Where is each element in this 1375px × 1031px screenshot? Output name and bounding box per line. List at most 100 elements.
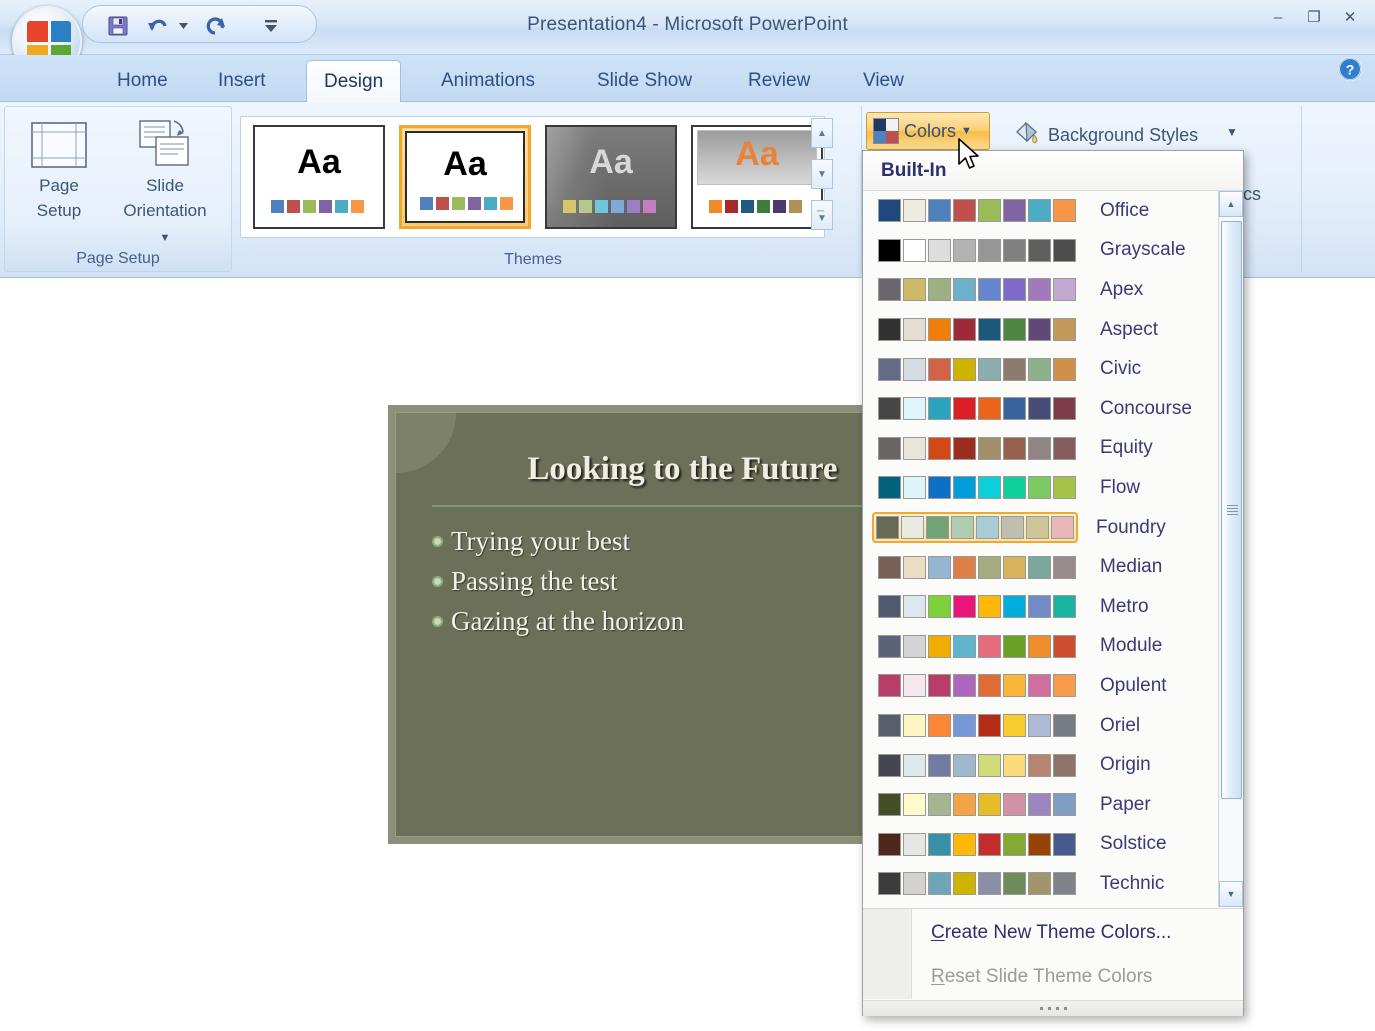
theme-colors-icon bbox=[873, 118, 899, 144]
color-swatch bbox=[953, 199, 976, 223]
themes-more-button[interactable]: ─ ▼ bbox=[811, 200, 833, 230]
scrollbar-thumb[interactable] bbox=[1221, 221, 1242, 799]
theme-color-swatches bbox=[872, 589, 1082, 624]
color-swatch bbox=[1003, 199, 1026, 223]
theme-color-row-concourse[interactable]: Concourse bbox=[863, 389, 1220, 429]
theme-thumbnail-2-selected[interactable]: Aa bbox=[399, 125, 531, 229]
color-swatch bbox=[903, 318, 926, 342]
list-item[interactable]: Trying your best bbox=[432, 521, 684, 561]
theme-color-row-oriel[interactable]: Oriel bbox=[863, 706, 1220, 746]
theme-color-row-flow[interactable]: Flow bbox=[863, 468, 1220, 508]
theme-color-swatches bbox=[872, 233, 1082, 268]
slide-title[interactable]: Looking to the Future bbox=[432, 451, 933, 488]
chevron-down-icon[interactable]: ▼ bbox=[961, 125, 972, 137]
theme-sample-text: Aa bbox=[443, 145, 487, 183]
scroll-down-button[interactable]: ▼ bbox=[1219, 881, 1243, 907]
chevron-down-icon[interactable]: ▼ bbox=[160, 232, 171, 244]
theme-color-row-paper[interactable]: Paper bbox=[863, 785, 1220, 825]
theme-color-name: Civic bbox=[1100, 358, 1142, 380]
theme-color-swatches bbox=[872, 193, 1082, 228]
restore-button[interactable]: ❐ bbox=[1299, 6, 1329, 28]
more-triangle-icon: ─ ▼ bbox=[817, 206, 827, 224]
theme-colors-label: Colors bbox=[904, 120, 957, 141]
color-swatch bbox=[1003, 436, 1026, 460]
slide-orientation-button[interactable]: Slide Orientation ▼ bbox=[117, 117, 213, 251]
theme-thumbnail-1[interactable]: Aa bbox=[253, 125, 385, 229]
scroll-up-button[interactable]: ▲ bbox=[1219, 191, 1243, 217]
tab-view[interactable]: View bbox=[846, 60, 921, 102]
theme-color-swatches bbox=[872, 827, 1082, 862]
theme-sample-text: Aa bbox=[589, 143, 633, 181]
color-swatch bbox=[1053, 753, 1076, 777]
theme-color-row-metro[interactable]: Metro bbox=[863, 587, 1220, 627]
theme-color-row-apex[interactable]: Apex bbox=[863, 270, 1220, 310]
group-label-page-setup: Page Setup bbox=[76, 250, 160, 267]
tab-animations[interactable]: Animations bbox=[424, 60, 552, 102]
color-swatch bbox=[1053, 674, 1076, 698]
theme-color-row-foundry[interactable]: Foundry bbox=[863, 508, 1220, 548]
theme-thumbnail-4[interactable]: Aa bbox=[691, 125, 823, 229]
page-setup-button[interactable]: Page Setup bbox=[11, 117, 107, 223]
create-new-theme-colors-menu-item[interactable]: Create New Theme Colors... bbox=[931, 911, 1171, 955]
theme-color-row-origin[interactable]: Origin bbox=[863, 745, 1220, 785]
theme-color-swatches bbox=[872, 748, 1082, 783]
background-styles-icon bbox=[1012, 120, 1042, 151]
close-button[interactable]: ✕ bbox=[1335, 6, 1365, 28]
minimize-button[interactable]: – bbox=[1263, 6, 1293, 28]
slide-orientation-icon bbox=[117, 117, 213, 173]
list-item[interactable]: Gazing at the horizon bbox=[432, 601, 684, 641]
color-swatch bbox=[878, 436, 901, 460]
theme-color-row-aspect[interactable]: Aspect bbox=[863, 310, 1220, 350]
tab-slide-show[interactable]: Slide Show bbox=[580, 60, 709, 102]
tab-review[interactable]: Review bbox=[731, 60, 827, 102]
chevron-down-icon[interactable]: ▼ bbox=[1226, 125, 1238, 139]
color-swatch bbox=[1003, 397, 1026, 421]
tab-home[interactable]: Home bbox=[100, 60, 185, 102]
themes-scroll-down-button[interactable]: ▼ bbox=[811, 159, 833, 189]
color-swatch bbox=[903, 793, 926, 817]
color-swatch bbox=[1053, 357, 1076, 381]
tab-design[interactable]: Design bbox=[306, 60, 402, 102]
theme-color-row-civic[interactable]: Civic bbox=[863, 349, 1220, 389]
theme-color-row-module[interactable]: Module bbox=[863, 627, 1220, 667]
themes-scroll-up-button[interactable]: ▲ bbox=[811, 118, 833, 148]
background-styles-label[interactable]: Background Styles bbox=[1048, 125, 1198, 146]
slide-body-placeholder[interactable]: Trying your best Passing the test Gazing… bbox=[432, 521, 684, 641]
color-swatch bbox=[928, 793, 951, 817]
theme-color-row-grayscale[interactable]: Grayscale bbox=[863, 231, 1220, 271]
theme-color-row-office[interactable]: Office bbox=[863, 191, 1220, 231]
theme-color-row-median[interactable]: Median bbox=[863, 547, 1220, 587]
color-swatch bbox=[878, 397, 901, 421]
theme-color-row-solstice[interactable]: Solstice bbox=[863, 825, 1220, 865]
page-setup-icon bbox=[11, 117, 107, 173]
color-swatch bbox=[953, 872, 976, 896]
color-swatch bbox=[953, 357, 976, 381]
color-swatch bbox=[876, 516, 899, 540]
theme-color-row-equity[interactable]: Equity bbox=[863, 429, 1220, 469]
theme-colors-list[interactable]: Office Grayscale Apex Aspect Civic Concourse E… bbox=[863, 191, 1220, 907]
color-swatch bbox=[928, 436, 951, 460]
color-swatch bbox=[1028, 555, 1051, 579]
theme-color-row-opulent[interactable]: Opulent bbox=[863, 666, 1220, 706]
color-swatch bbox=[878, 199, 901, 223]
reset-slide-theme-colors-menu-item: Reset Slide Theme Colors bbox=[931, 966, 1153, 987]
list-item[interactable]: Passing the test bbox=[432, 561, 684, 601]
tab-insert[interactable]: Insert bbox=[201, 60, 283, 102]
help-icon[interactable]: ? bbox=[1337, 56, 1363, 82]
color-swatch bbox=[903, 199, 926, 223]
color-swatch bbox=[1026, 516, 1049, 540]
theme-swatches bbox=[563, 200, 656, 213]
color-swatch bbox=[1028, 238, 1051, 262]
theme-thumbnail-3[interactable]: Aa bbox=[545, 125, 677, 229]
color-swatch bbox=[978, 832, 1001, 856]
theme-color-name: Paper bbox=[1100, 793, 1151, 815]
color-swatch bbox=[978, 397, 1001, 421]
color-swatch bbox=[928, 357, 951, 381]
theme-sample-text: Aa bbox=[735, 135, 779, 173]
color-swatch bbox=[1003, 753, 1026, 777]
group-label-themes: Themes bbox=[504, 251, 562, 268]
theme-color-row-technic[interactable]: Technic bbox=[863, 864, 1220, 904]
dropdown-scrollbar[interactable]: ▲ ▼ bbox=[1218, 191, 1243, 907]
dropdown-resize-grip[interactable] bbox=[863, 1000, 1243, 1016]
themes-gallery[interactable]: Aa Aa Aa Aa bbox=[240, 116, 825, 238]
